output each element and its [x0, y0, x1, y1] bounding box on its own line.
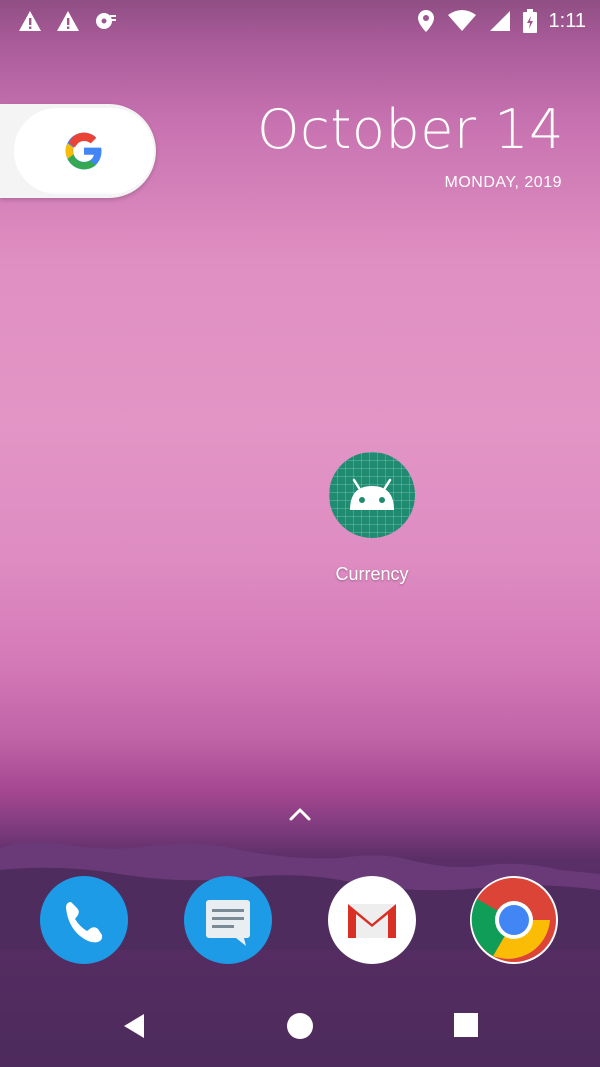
app-label: Currency [335, 564, 409, 584]
notification-icons [18, 10, 120, 32]
battery-icon [522, 9, 537, 33]
clock: 1:11 [548, 9, 586, 32]
back-icon[interactable] [120, 1012, 148, 1040]
app-drawer-arrow-icon[interactable] [287, 804, 313, 824]
google-g-icon [65, 132, 102, 170]
dock-gmail[interactable] [328, 876, 416, 964]
home-icon[interactable] [286, 1012, 314, 1040]
google-search-button[interactable] [14, 108, 154, 194]
android-icon [350, 478, 394, 510]
dock-phone[interactable] [40, 876, 128, 964]
location-icon [417, 10, 434, 32]
warning-icon [57, 11, 79, 31]
system-icons: 1:11 [417, 9, 586, 33]
messages-icon [206, 900, 250, 946]
status-bar: 1:11 [0, 0, 600, 44]
gmail-icon [348, 904, 396, 938]
dock-chrome[interactable] [470, 876, 558, 964]
chrome-icon [471, 877, 556, 962]
warning-icon [19, 11, 41, 31]
date-widget-day-year[interactable]: MONDAY, 2019 [445, 174, 562, 192]
app-shortcut-currency[interactable]: Currency [320, 452, 424, 585]
dock-messages[interactable] [184, 876, 272, 964]
date-widget-date[interactable]: October 14 [257, 98, 564, 161]
recents-icon[interactable] [453, 1012, 479, 1038]
dock [0, 876, 600, 966]
currency-app-icon[interactable] [329, 452, 415, 538]
phone-icon [66, 902, 103, 943]
wifi-icon [447, 10, 476, 31]
signal-icon [489, 11, 510, 31]
google-search-widget[interactable] [0, 104, 156, 198]
disc-icon [96, 13, 116, 29]
navigation-bar [0, 990, 600, 1067]
